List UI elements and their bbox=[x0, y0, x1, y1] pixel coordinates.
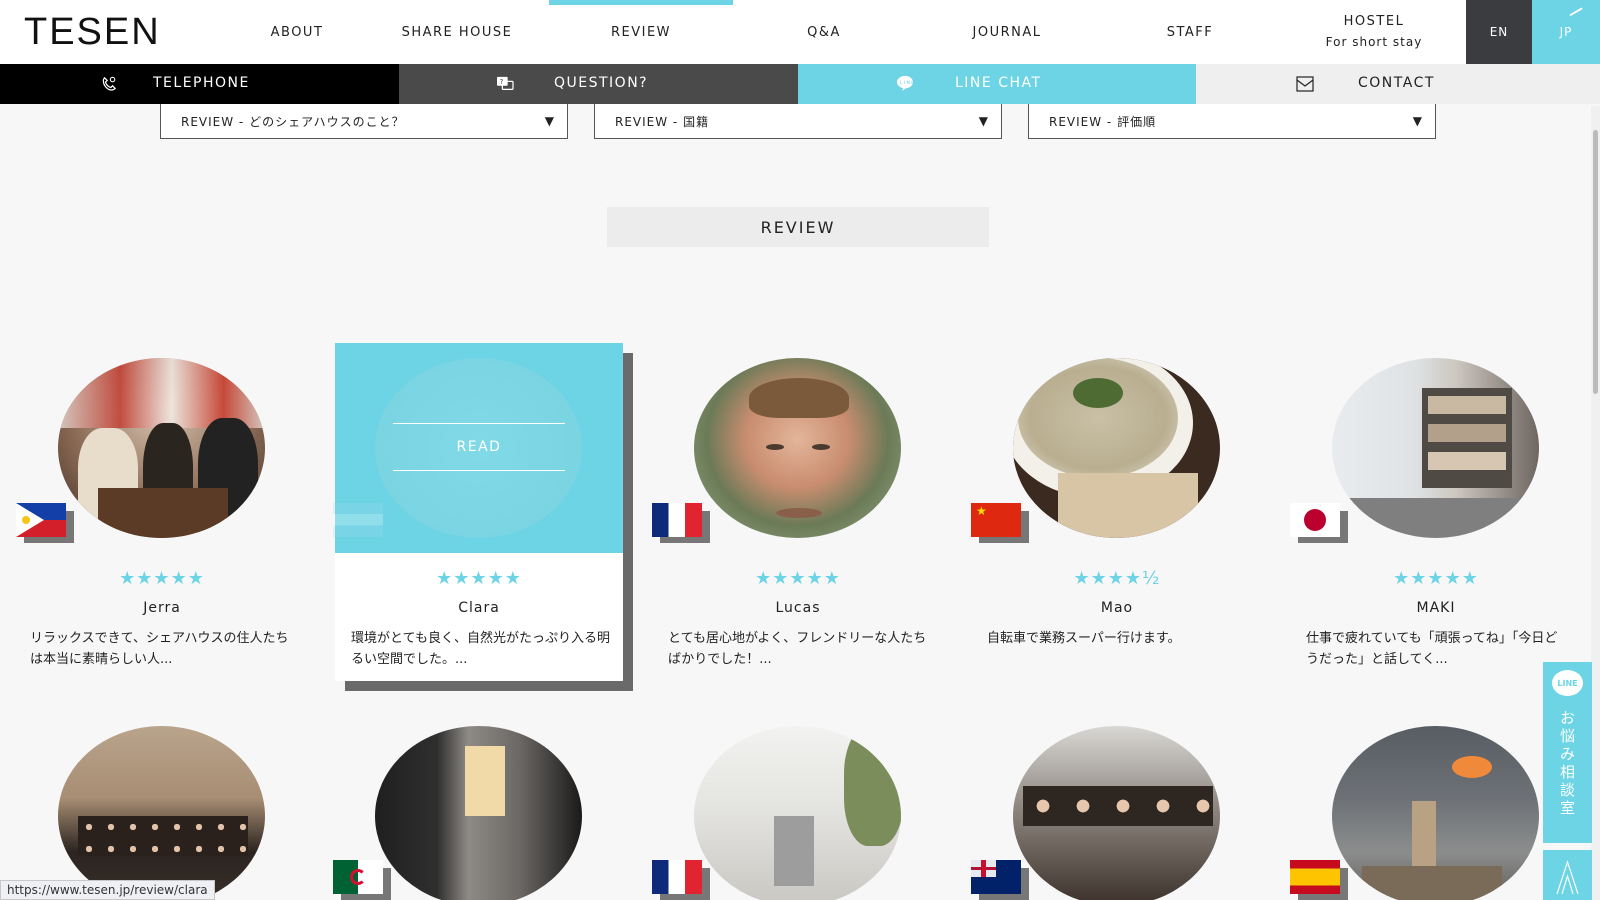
svg-text:LINE: LINE bbox=[900, 80, 914, 86]
lang-jp-button[interactable]: JP bbox=[1532, 0, 1600, 64]
line-chat-label: LINE CHAT bbox=[955, 75, 1042, 91]
review-photo bbox=[375, 726, 582, 900]
flag-philippines-icon bbox=[16, 503, 76, 543]
line-chat-button[interactable]: LINE LINE CHAT bbox=[798, 64, 1196, 104]
review-excerpt: とても居心地がよく、フレンドリーな人たちばかりでした！... bbox=[668, 631, 927, 667]
reviewer-name: MAKI bbox=[1416, 600, 1456, 616]
review-photo bbox=[58, 358, 265, 538]
review-photo bbox=[1013, 726, 1220, 900]
review-photo bbox=[1013, 358, 1220, 538]
review-card[interactable] bbox=[971, 711, 1261, 900]
site-logo[interactable]: TESEN bbox=[24, 13, 161, 51]
nav-qa[interactable]: Q&A bbox=[734, 0, 914, 64]
flag-china-icon: ★ bbox=[971, 503, 1031, 543]
dropdown-arrow-icon: ▼ bbox=[544, 114, 555, 128]
lang-jp-label: JP bbox=[1559, 25, 1573, 39]
page-scrollbar[interactable] bbox=[1591, 106, 1600, 900]
review-photo bbox=[694, 358, 901, 538]
review-photo bbox=[58, 726, 265, 900]
review-card[interactable]: READ ★★★★★ Clara 環境がとても良く、自然光がたっぷり入る明るい空… bbox=[333, 343, 633, 691]
line-consult-widget[interactable]: LINE お悩み相談室 bbox=[1543, 662, 1592, 843]
review-photo bbox=[1332, 358, 1539, 538]
read-button[interactable]: READ bbox=[393, 423, 565, 471]
section-title: REVIEW bbox=[607, 207, 989, 247]
review-card[interactable] bbox=[1290, 711, 1580, 900]
contact-bar: TELEPHONE ? QUESTION? LINE LINE CHAT CON… bbox=[0, 64, 1600, 104]
flag-argentina-icon bbox=[333, 503, 393, 543]
nav-hostel-sub: For short stay bbox=[1325, 35, 1423, 49]
line-icon: LINE bbox=[897, 75, 914, 91]
flag-france-icon bbox=[652, 860, 712, 900]
nav-staff[interactable]: STAFF bbox=[1100, 0, 1280, 64]
telephone-label: TELEPHONE bbox=[153, 75, 250, 91]
nav-review[interactable]: REVIEW bbox=[549, 0, 733, 64]
rating-stars: ★★★★½ bbox=[1073, 568, 1161, 589]
filter-sharehouse-label: REVIEW - どのシェアハウスのこと？ bbox=[181, 114, 405, 129]
filter-rating-label: REVIEW - 評価順 bbox=[1049, 114, 1157, 129]
flag-japan-icon bbox=[1290, 503, 1350, 543]
review-card[interactable] bbox=[652, 711, 942, 900]
site-header: TESEN ABOUT SHARE HOUSE REVIEW Q&A JOURN… bbox=[0, 0, 1600, 64]
review-excerpt: 自転車で業務スーパー行けます。 bbox=[987, 631, 1181, 646]
question-label: QUESTION? bbox=[554, 75, 649, 91]
flag-france-icon bbox=[652, 503, 712, 543]
review-card[interactable]: ★★★★★ Jerra リラックスできて、シェアハウスの住人たちは本当に素晴らし… bbox=[16, 343, 306, 683]
consult-label: お悩み相談室 bbox=[1558, 710, 1576, 818]
review-photo bbox=[694, 726, 901, 900]
review-photo bbox=[1332, 726, 1539, 900]
reviewer-name: Clara bbox=[458, 600, 500, 616]
filter-nationality[interactable]: REVIEW - 国籍 ▼ bbox=[594, 104, 1002, 139]
chat-bubbles-icon: ? bbox=[497, 76, 514, 90]
lang-en-button[interactable]: EN bbox=[1466, 0, 1532, 64]
contact-label: CONTACT bbox=[1358, 75, 1435, 91]
svg-text:?: ? bbox=[500, 77, 505, 86]
review-card[interactable]: ★★★★★ MAKI 仕事で疲れていても「頑張ってね」「今日どうだった」と話して… bbox=[1290, 343, 1580, 683]
reviewer-name: Mao bbox=[1100, 600, 1134, 616]
review-card[interactable] bbox=[333, 711, 623, 900]
review-card[interactable] bbox=[18, 711, 306, 900]
flag-spain-icon bbox=[1290, 860, 1350, 900]
review-excerpt: 環境がとても良く、自然光がたっぷり入る明るい空間でした。... bbox=[351, 631, 610, 667]
rating-stars: ★★★★★ bbox=[755, 568, 841, 589]
filter-rating[interactable]: REVIEW - 評価順 ▼ bbox=[1028, 104, 1436, 139]
filter-nationality-label: REVIEW - 国籍 bbox=[615, 114, 710, 129]
scrollbar-thumb[interactable] bbox=[1593, 130, 1598, 394]
phone-icon bbox=[102, 76, 117, 91]
status-bar-url: https://www.tesen.jp/review/clara bbox=[0, 880, 215, 900]
filter-sharehouse[interactable]: REVIEW - どのシェアハウスのこと？ ▼ bbox=[160, 104, 568, 139]
nav-about[interactable]: ABOUT bbox=[207, 0, 387, 64]
review-excerpt: リラックスできて、シェアハウスの住人たちは本当に素晴らしい人... bbox=[30, 631, 289, 667]
review-excerpt: 仕事で疲れていても「頑張ってね」「今日どうだった」と話してく... bbox=[1306, 631, 1558, 667]
dropdown-arrow-icon: ▼ bbox=[978, 114, 989, 128]
page-top-button[interactable] bbox=[1543, 850, 1592, 900]
contact-button[interactable]: CONTACT bbox=[1196, 64, 1600, 104]
review-card[interactable]: ★ ★★★★½ Mao 自転車で業務スーパー行けます。 bbox=[971, 343, 1261, 683]
flag-algeria-icon bbox=[333, 860, 393, 900]
telephone-button[interactable]: TELEPHONE bbox=[0, 64, 399, 104]
flag-new-zealand-icon bbox=[971, 860, 1031, 900]
nav-journal[interactable]: JOURNAL bbox=[917, 0, 1097, 64]
nav-share-house[interactable]: SHARE HOUSE bbox=[367, 0, 547, 64]
reviewer-name: Jerra bbox=[143, 600, 181, 616]
reviewer-name: Lucas bbox=[775, 600, 821, 616]
question-button[interactable]: ? QUESTION? bbox=[399, 64, 798, 104]
nav-hostel-label: HOSTEL bbox=[1343, 14, 1405, 29]
dropdown-arrow-icon: ▼ bbox=[1412, 114, 1423, 128]
review-card[interactable]: ★★★★★ Lucas とても居心地がよく、フレンドリーな人たちばかりでした！.… bbox=[652, 343, 942, 683]
arrow-up-icon bbox=[1556, 860, 1579, 895]
rating-stars: ★★★★★ bbox=[119, 568, 205, 589]
nav-hostel[interactable]: HOSTEL For short stay bbox=[1284, 0, 1464, 64]
rating-stars: ★★★★★ bbox=[1393, 568, 1479, 589]
slash-icon bbox=[1569, 7, 1589, 27]
line-badge-icon: LINE bbox=[1552, 670, 1583, 696]
mail-icon bbox=[1296, 76, 1314, 92]
rating-stars: ★★★★★ bbox=[436, 568, 522, 589]
